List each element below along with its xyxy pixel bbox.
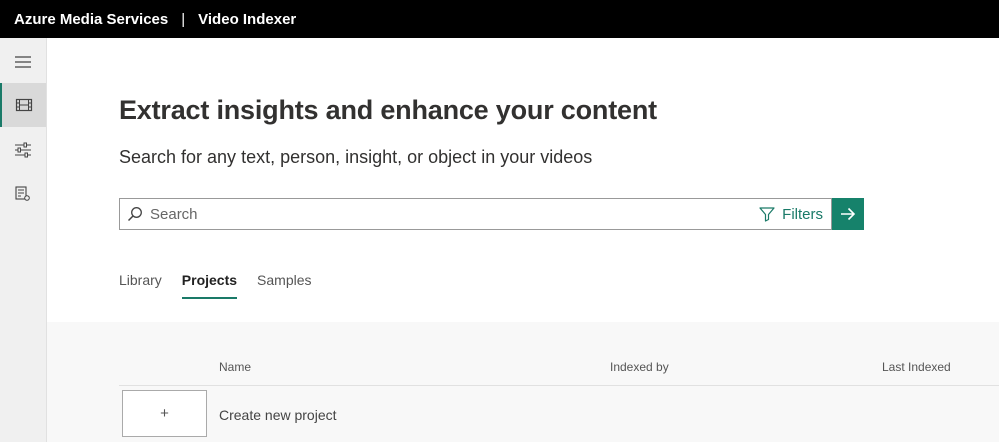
create-new-project-link[interactable]: Create new project	[219, 407, 337, 423]
header-separator: |	[181, 10, 186, 28]
plus-icon: +	[160, 405, 169, 422]
tab-library[interactable]: Library	[119, 272, 162, 299]
create-project-tile[interactable]: +	[122, 390, 207, 437]
search-box: Filters	[119, 198, 832, 230]
customize-nav-button[interactable]	[0, 128, 46, 172]
brand-name[interactable]: Azure Media Services	[14, 11, 168, 28]
main-content: Extract insights and enhance your conten…	[47, 38, 999, 442]
product-name[interactable]: Video Indexer	[198, 11, 296, 28]
search-input[interactable]	[150, 200, 760, 228]
column-header-name[interactable]: Name	[219, 360, 251, 374]
column-header-indexed-by[interactable]: Indexed by	[610, 360, 669, 374]
library-nav-button[interactable]	[0, 83, 46, 127]
tab-projects[interactable]: Projects	[181, 272, 238, 299]
top-bar: Azure Media Services | Video Indexer	[0, 0, 999, 38]
sliders-icon	[15, 142, 31, 158]
view-tabs: Library Projects Samples	[119, 272, 312, 299]
settings-nav-button[interactable]	[0, 172, 46, 216]
film-icon	[15, 98, 33, 112]
page-subtitle: Search for any text, person, insight, or…	[119, 147, 593, 167]
filters-label: Filters	[782, 205, 823, 223]
settings-doc-icon	[15, 186, 30, 201]
filters-button[interactable]: Filters	[759, 206, 831, 223]
tab-samples[interactable]: Samples	[257, 272, 311, 299]
search-submit-button[interactable]	[832, 198, 864, 230]
filter-icon	[759, 207, 775, 222]
left-rail	[0, 38, 47, 442]
menu-button[interactable]	[0, 40, 46, 84]
column-header-last-indexed[interactable]: Last Indexed	[882, 360, 951, 374]
search-icon	[120, 199, 150, 229]
projects-table: Name Indexed by Last Indexed + Create ne…	[47, 322, 999, 442]
arrow-right-icon	[841, 207, 856, 221]
page-title: Extract insights and enhance your conten…	[119, 95, 657, 125]
header-divider	[119, 385, 999, 386]
menu-icon	[15, 56, 31, 68]
